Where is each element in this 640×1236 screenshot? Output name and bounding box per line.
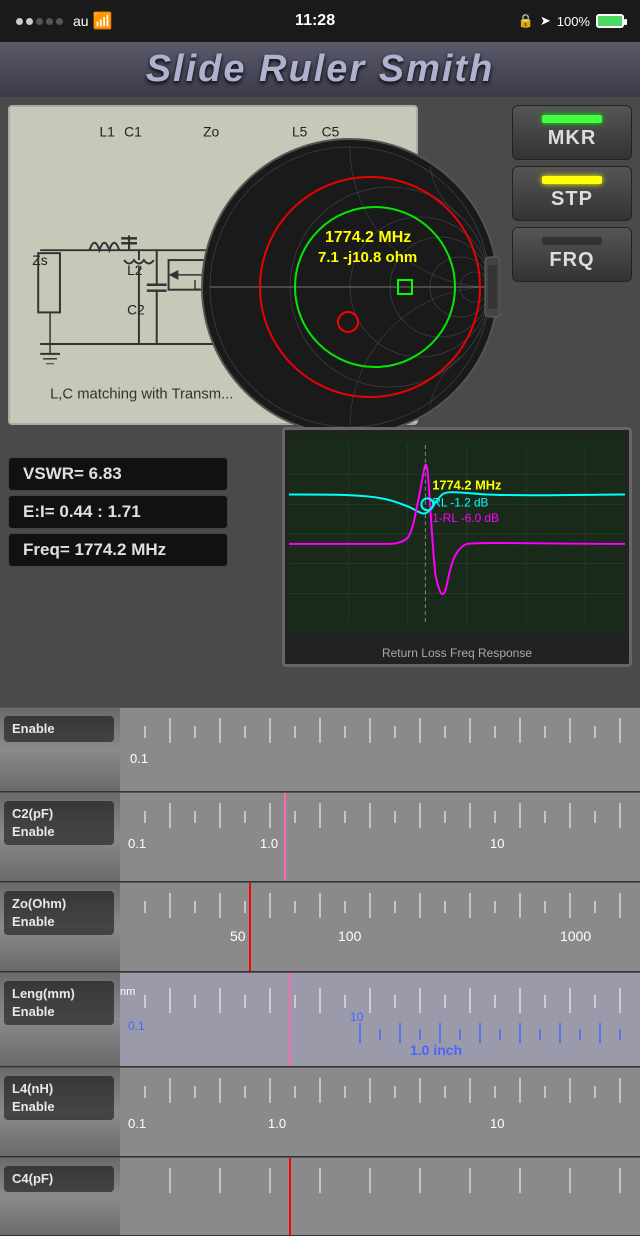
slider-c4-label: C4(pF) <box>4 1166 114 1192</box>
frq-label: FRQ <box>549 249 594 272</box>
slider-zo-ruler[interactable]: 50 100 1000 <box>120 883 640 971</box>
slider-c2-ruler[interactable]: 0.1 1.0 10 <box>120 793 640 881</box>
vswr-display: VSWR= 6.83 <box>8 457 228 491</box>
svg-text:10: 10 <box>350 1010 364 1024</box>
slider-l4-ruler[interactable]: 0.1 1.0 10 <box>120 1068 640 1156</box>
slider-leng-ruler[interactable]: nm <box>120 973 640 1066</box>
freq-response-svg: 1774.2 MHz RL -1.2 dB 1-RL -6.0 dB <box>289 434 625 634</box>
slider-c2-label: C2(pF) Enable <box>4 801 114 845</box>
slider-section-l4: L4(nH) Enable <box>0 1067 640 1157</box>
svg-text:100: 100 <box>338 928 362 944</box>
slider-c4-ruler[interactable] <box>120 1158 640 1235</box>
ruler-svg-3: 50 100 1000 <box>120 883 640 971</box>
stp-label: STP <box>551 188 593 211</box>
svg-text:Zs: Zs <box>32 252 47 268</box>
slider-enable-label: Enable <box>4 716 114 742</box>
slider-section-leng: Leng(mm) Enable nm <box>0 972 640 1067</box>
ruler-svg-5: 0.1 1.0 10 <box>120 1068 640 1156</box>
freq-display: Freq= 1774.2 MHz <box>8 533 228 567</box>
svg-text:1000: 1000 <box>560 928 591 944</box>
status-right: 🔒 ➤ 100% <box>518 13 624 29</box>
status-left: au 📶 <box>16 11 113 31</box>
frq-button[interactable]: FRQ <box>512 227 632 282</box>
svg-text:10: 10 <box>490 1116 504 1131</box>
status-bar: au 📶 11:28 🔒 ➤ 100% <box>0 0 640 42</box>
app-title-text: Slide Ruler Smith <box>146 48 495 91</box>
slider-enable-ruler[interactable]: 0.1 <box>120 708 640 791</box>
svg-text:C2: C2 <box>127 301 145 317</box>
ruler-svg-2: 0.1 1.0 10 <box>120 793 640 881</box>
slider-zo-label: Zo(Ohm) Enable <box>4 891 114 935</box>
battery-icon <box>596 14 624 28</box>
slider-leng-label: Leng(mm) Enable <box>4 981 114 1025</box>
svg-text:L1: L1 <box>99 124 114 140</box>
svg-text:50: 50 <box>230 928 246 944</box>
wifi-icon: 📶 <box>93 11 113 31</box>
arrow-icon: ➤ <box>540 13 551 29</box>
ei-display: E:I= 0.44 : 1.71 <box>8 495 228 529</box>
measurements-panel: VSWR= 6.83 E:I= 0.44 : 1.71 Freq= 1774.2… <box>8 457 228 567</box>
slider-section-c2: C2(pF) Enable <box>0 792 640 882</box>
right-buttons: MKR STP FRQ <box>512 105 632 282</box>
svg-text:1.0: 1.0 <box>260 836 278 851</box>
svg-text:1.0 inch: 1.0 inch <box>410 1042 462 1058</box>
svg-text:0.1: 0.1 <box>128 1116 146 1131</box>
svg-text:0.1: 0.1 <box>130 751 148 766</box>
svg-text:0.1: 0.1 <box>128 836 146 851</box>
freq-graph-title: Return Loss Freq Response <box>285 646 629 660</box>
signal-dots <box>16 18 63 25</box>
smith-chart: 1774.2 MHz 7.1 -j10.8 ohm <box>200 137 500 437</box>
slider-l4-label: L4(nH) Enable <box>4 1076 114 1120</box>
slider-section-enable: Enable <box>0 707 640 792</box>
app-title-bar: Slide Ruler Smith <box>0 42 640 97</box>
main-content: L1 C1 Zo L5 C5 Zs ZL L2 C2 Leng L4 C4 <box>0 97 640 1136</box>
top-section: L1 C1 Zo L5 C5 Zs ZL L2 C2 Leng L4 C4 <box>0 97 640 457</box>
svg-text:RL -1.2 dB: RL -1.2 dB <box>432 495 488 509</box>
ruler-svg-6 <box>120 1158 640 1235</box>
mkr-button[interactable]: MKR <box>512 105 632 160</box>
svg-text:1774.2 MHz: 1774.2 MHz <box>432 478 501 493</box>
smith-chart-svg: 1774.2 MHz 7.1 -j10.8 ohm <box>200 137 500 437</box>
carrier-label: au <box>73 13 89 29</box>
lock-icon: 🔒 <box>518 13 534 29</box>
battery-percent: 100% <box>557 14 590 29</box>
svg-text:1-RL -6.0 dB: 1-RL -6.0 dB <box>432 511 499 525</box>
freq-response-graph: 1774.2 MHz RL -1.2 dB 1-RL -6.0 dB Retur… <box>282 427 632 667</box>
svg-text:0.1: 0.1 <box>128 1019 145 1033</box>
svg-text:1.0: 1.0 <box>268 1116 286 1131</box>
freq-graph-canvas: 1774.2 MHz RL -1.2 dB 1-RL -6.0 dB <box>289 434 625 634</box>
stp-led <box>542 176 602 184</box>
slider-section-zo: Zo(Ohm) Enable <box>0 882 640 972</box>
ruler-svg-4: nm <box>120 973 640 1066</box>
svg-text:10: 10 <box>490 836 504 851</box>
status-time: 11:28 <box>295 12 335 30</box>
mkr-label: MKR <box>548 127 597 150</box>
svg-text:nm: nm <box>120 986 135 998</box>
slider-section-c4: C4(pF) <box>0 1157 640 1236</box>
ruler-svg-1: 0.1 <box>120 708 640 791</box>
svg-text:1774.2 MHz: 1774.2 MHz <box>325 229 411 246</box>
mkr-led <box>542 115 602 123</box>
svg-text:7.1 -j10.8 ohm: 7.1 -j10.8 ohm <box>318 249 417 266</box>
frq-led <box>542 237 602 245</box>
svg-text:C1: C1 <box>124 124 142 140</box>
stp-button[interactable]: STP <box>512 166 632 221</box>
